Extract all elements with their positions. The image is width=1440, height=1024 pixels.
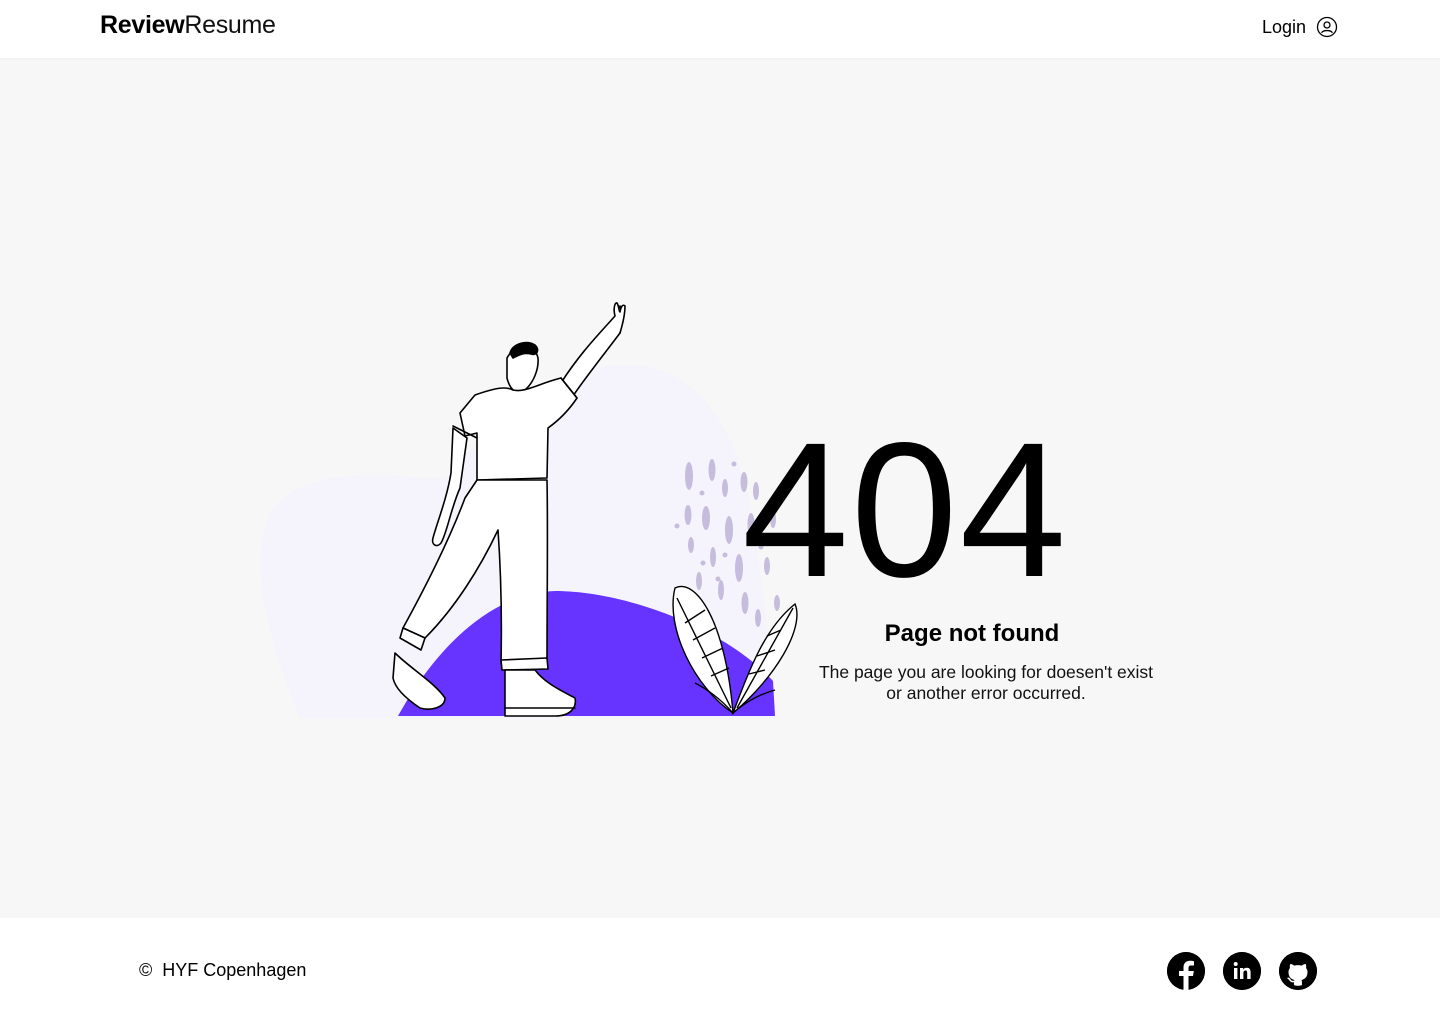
footer-bar: © HYF Copenhagen xyxy=(0,918,1440,1024)
page-not-found-title: Page not found xyxy=(884,620,1060,647)
header-bar: ReviewResume Login xyxy=(0,0,1440,58)
facebook-icon xyxy=(1167,952,1205,990)
login-label: Login xyxy=(1262,16,1307,37)
error-description-line-2: or another error occurred. xyxy=(886,683,1086,703)
copyright: © HYF Copenhagen xyxy=(139,960,306,981)
login-button[interactable]: Login xyxy=(1262,14,1338,40)
social-links xyxy=(1167,952,1317,990)
error-illustration xyxy=(260,302,798,718)
error-code: 404 xyxy=(742,402,1069,617)
brand-logo-bold: Review xyxy=(100,11,185,39)
user-circle-icon xyxy=(1316,16,1338,38)
brand-logo[interactable]: ReviewResume xyxy=(100,11,276,39)
error-description-line-1: The page you are looking for doesen't ex… xyxy=(818,662,1154,682)
github-link[interactable] xyxy=(1279,952,1317,990)
linkedin-icon xyxy=(1223,952,1261,990)
brand-logo-light: Resume xyxy=(184,11,276,39)
error-description: The page you are looking for doesen't ex… xyxy=(800,662,1172,704)
facebook-link[interactable] xyxy=(1167,952,1205,990)
copyright-text: HYF Copenhagen xyxy=(162,960,307,980)
github-icon xyxy=(1279,952,1317,990)
linkedin-link[interactable] xyxy=(1223,952,1261,990)
copyright-symbol: © xyxy=(139,960,153,980)
